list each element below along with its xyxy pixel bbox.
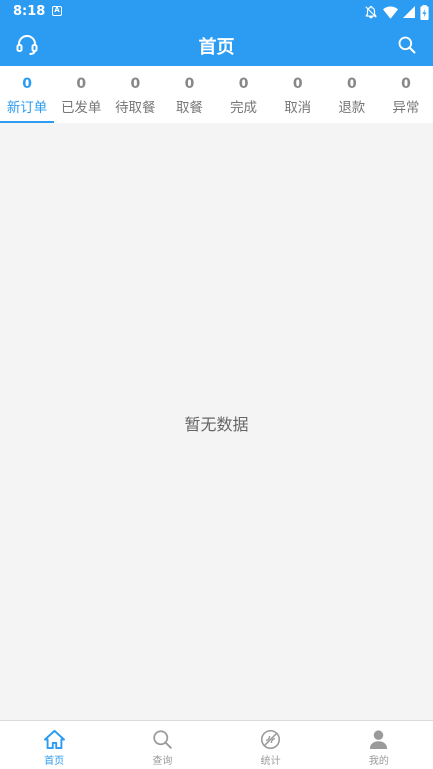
notifications-off-icon (365, 5, 377, 19)
tab-label: 完成 (230, 100, 258, 116)
tab-completed[interactable]: 0 完成 (217, 66, 271, 123)
status-time: 8:18 (13, 4, 46, 19)
tab-count: 0 (22, 76, 32, 92)
tab-dispatched[interactable]: 0 已发单 (54, 66, 108, 123)
nav-home[interactable]: 首页 (0, 721, 108, 769)
search-button[interactable] (395, 33, 419, 57)
signal-icon (403, 6, 415, 18)
nav-label: 统计 (260, 756, 281, 767)
battery-icon (420, 4, 429, 20)
tab-label: 新订单 (6, 100, 48, 116)
nav-label: 首页 (44, 756, 65, 767)
tab-awaiting-pickup[interactable]: 0 待取餐 (108, 66, 162, 123)
tab-count: 0 (401, 76, 411, 92)
wifi-icon (383, 6, 398, 19)
status-bar: 8:18 A (0, 0, 433, 24)
status-icons (364, 4, 429, 20)
tab-picked-up[interactable]: 0 取餐 (162, 66, 216, 123)
empty-state-text: 暂无数据 (184, 415, 249, 434)
tab-label: 取消 (284, 100, 312, 116)
nav-label: 我的 (368, 756, 389, 767)
nav-stats[interactable]: 统计 (217, 721, 325, 769)
tab-count: 0 (292, 76, 303, 92)
tab-label: 退款 (338, 100, 366, 116)
order-list[interactable]: 暂无数据 (0, 123, 433, 720)
order-status-tabs: 0 新订单 0 已发单 0 待取餐 0 取餐 0 完成 0 取消 0 退款 0 … (0, 66, 433, 123)
tab-label: 取餐 (175, 100, 203, 116)
tab-label: 异常 (392, 100, 420, 116)
nav-label: 查询 (152, 756, 173, 767)
nav-query[interactable]: 查询 (108, 721, 216, 769)
search-icon (398, 36, 416, 54)
tab-count: 0 (238, 76, 249, 92)
tab-count: 0 (184, 76, 195, 92)
tab-cancelled[interactable]: 0 取消 (271, 66, 325, 123)
page-title: 首页 (198, 37, 235, 58)
tab-new-orders[interactable]: 0 新订单 (0, 66, 55, 123)
tab-refunds[interactable]: 0 退款 (325, 66, 379, 123)
tab-label: 待取餐 (115, 100, 156, 116)
top-bar: 8:18 A 首页 (0, 0, 433, 66)
tab-exceptions[interactable]: 0 异常 (379, 66, 433, 123)
search-icon (153, 729, 172, 749)
notification-app-icon: A (52, 6, 62, 16)
user-icon (370, 729, 388, 749)
bottom-navigation: 首页 查询 统计 我的 (0, 720, 433, 769)
tab-label: 已发单 (60, 100, 102, 116)
nav-profile[interactable]: 我的 (325, 721, 433, 769)
tab-count: 0 (76, 76, 87, 92)
tab-count: 0 (130, 76, 141, 92)
stats-icon (261, 729, 281, 749)
app-bar: 首页 (0, 24, 433, 66)
tab-count: 0 (346, 76, 357, 92)
home-icon (43, 729, 65, 749)
